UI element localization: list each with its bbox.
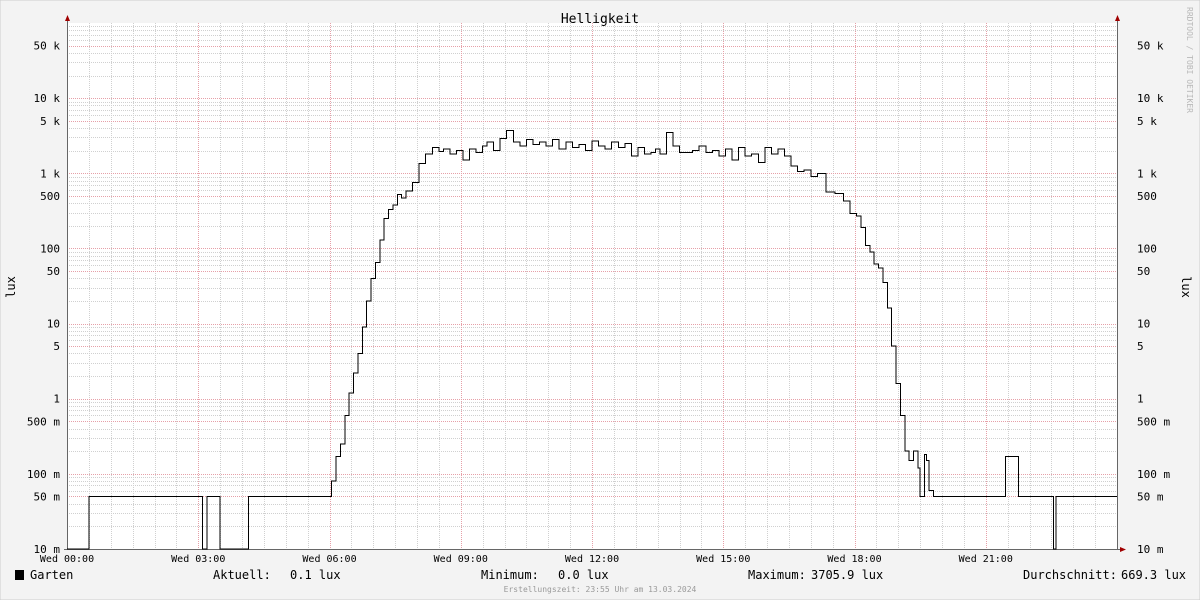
y-tick-label-left: 50 m <box>34 490 61 503</box>
y-tick-label-left: 10 k <box>34 92 61 105</box>
y-tick-label-left: 500 <box>40 190 60 203</box>
stat-minimum-label: Minimum: <box>481 568 539 582</box>
x-tick-label: Wed 06:00 <box>302 554 356 565</box>
y-tick-label-left: 1 k <box>40 167 60 180</box>
legend-swatch-garten <box>15 570 24 580</box>
y-tick-label-right: 100 m <box>1137 468 1170 481</box>
x-tick-label: Wed 15:00 <box>696 554 750 565</box>
chart-title: Helligkeit <box>561 12 639 27</box>
y-tick-label-left: 50 <box>47 265 60 278</box>
y-tick-label-right: 5 k <box>1137 115 1157 128</box>
y-tick-label-right: 10 m <box>1137 543 1164 556</box>
y-axis-label-right: lux <box>1179 276 1193 298</box>
y-tick-label-left: 50 k <box>34 40 61 53</box>
x-tick-label: Wed 18:00 <box>827 554 881 565</box>
y-tick-label-left: 100 m <box>27 468 60 481</box>
stat-durchschnitt-value: 669.3 lux <box>1121 568 1186 582</box>
chart: 10 m 50 m 100 m 500 m 1 5 10 50 100 500 1 k 5 k 10 k… <box>0 0 1200 600</box>
stat-aktuell-value: 0.1 lux <box>290 568 341 582</box>
y-tick-label-right: 10 <box>1137 318 1150 331</box>
footer-timestamp: Erstellungszeit: 23:55 Uhr am 13.03.2024 <box>504 585 697 594</box>
y-tick-label-left: 1 <box>53 393 60 406</box>
y-tick-label-left: 5 <box>53 340 60 353</box>
stat-durchschnitt-label: Durchschnitt: <box>1023 568 1117 582</box>
legend-label-garten: Garten <box>30 568 73 582</box>
y-tick-label-left: 500 m <box>27 415 60 428</box>
y-tick-label-left: 100 <box>40 242 60 255</box>
x-tick-label: Wed 21:00 <box>959 554 1013 565</box>
y-tick-label-right: 500 <box>1137 190 1157 203</box>
stat-aktuell-label: Aktuell: <box>213 568 271 582</box>
y-tick-label-right: 1 <box>1137 393 1144 406</box>
y-tick-label-right: 500 m <box>1137 415 1170 428</box>
stat-maximum-label: Maximum: <box>748 568 806 582</box>
y-tick-label-right: 1 k <box>1137 167 1157 180</box>
stat-minimum-value: 0.0 lux <box>558 568 609 582</box>
y-tick-label-left: 5 k <box>40 115 60 128</box>
y-tick-label-right: 5 <box>1137 340 1144 353</box>
x-tick-label: Wed 12:00 <box>565 554 619 565</box>
y-tick-label-left: 10 <box>47 318 60 331</box>
y-tick-label-right: 50 <box>1137 265 1150 278</box>
y-tick-label-right: 10 k <box>1137 92 1164 105</box>
y-tick-label-right: 50 m <box>1137 490 1164 503</box>
x-tick-label: Wed 09:00 <box>434 554 488 565</box>
y-axis-label-left: lux <box>4 276 18 298</box>
stat-maximum-value: 3705.9 lux <box>811 568 883 582</box>
watermark: RRDTOOL / TOBI OETIKER <box>1185 7 1194 113</box>
x-tick-label: Wed 00:00 <box>40 554 94 565</box>
x-tick-label: Wed 03:00 <box>171 554 225 565</box>
y-tick-label-right: 100 <box>1137 242 1157 255</box>
y-tick-label-right: 50 k <box>1137 40 1164 53</box>
